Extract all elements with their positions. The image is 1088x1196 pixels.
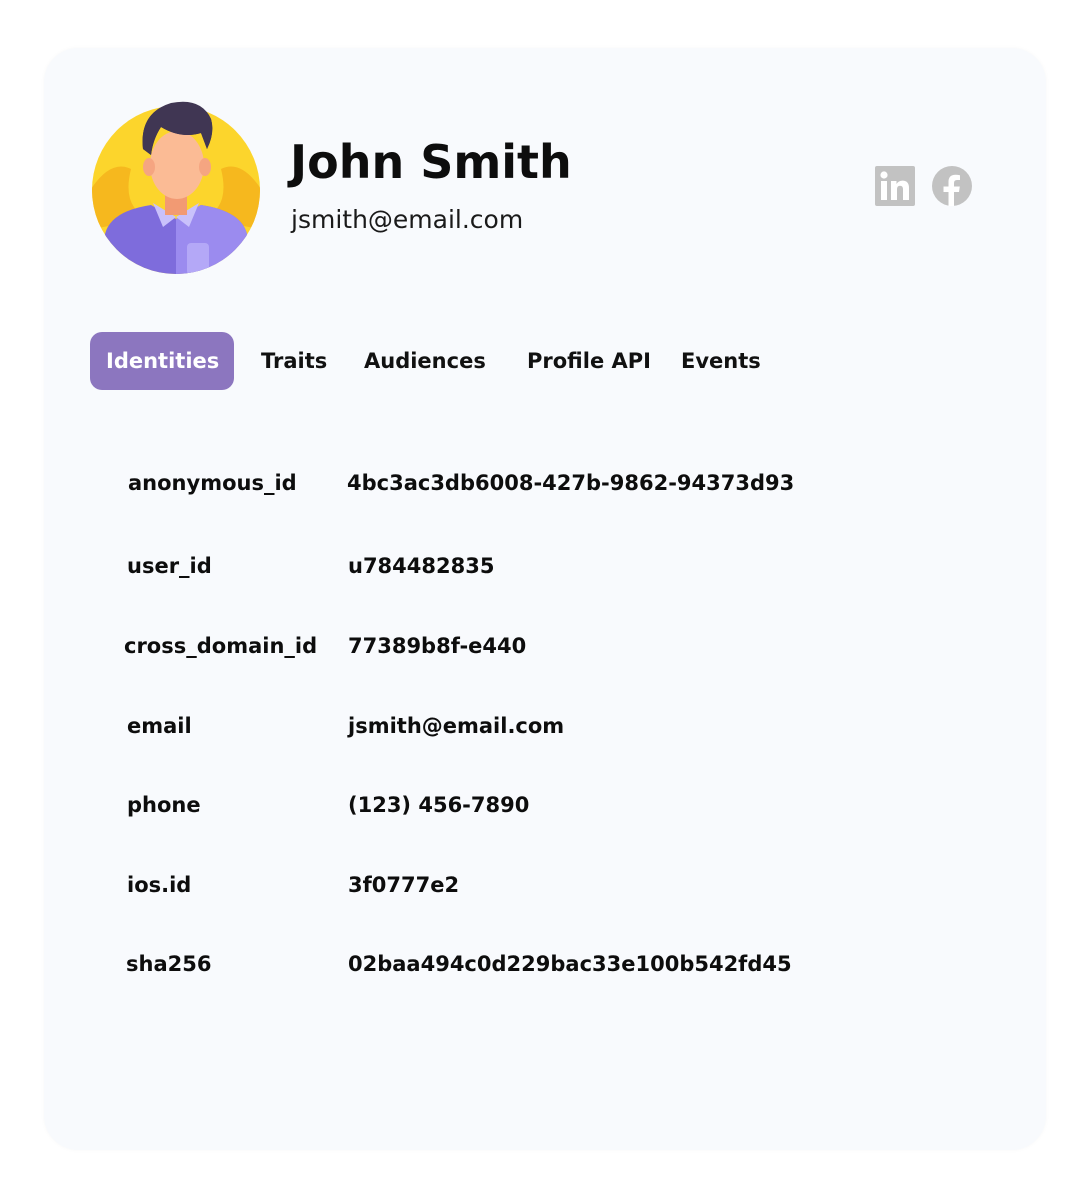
identity-value: (123) 456-7890 — [348, 793, 530, 817]
identity-row-email: email jsmith@email.com — [0, 708, 1088, 744]
identity-row-phone: phone (123) 456-7890 — [0, 787, 1088, 823]
identity-value: u784482835 — [348, 554, 495, 578]
identity-key: email — [127, 714, 192, 738]
tab-audiences[interactable]: Audiences — [364, 332, 486, 390]
profile-email: jsmith@email.com — [291, 205, 524, 234]
identity-value: 3f0777e2 — [348, 873, 460, 897]
identity-key: user_id — [127, 554, 212, 578]
identity-value: 02baa494c0d229bac33e100b542fd45 — [348, 952, 792, 976]
identity-row-user-id: user_id u784482835 — [0, 548, 1088, 584]
facebook-icon[interactable] — [932, 166, 972, 206]
tab-traits[interactable]: Traits — [261, 332, 327, 390]
identity-row-sha256: sha256 02baa494c0d229bac33e100b542fd45 — [0, 946, 1088, 982]
identity-row-anonymous-id: anonymous_id 4bc3ac3db6008-427b-9862-943… — [0, 465, 1088, 501]
identity-row-ios-id: ios.id 3f0777e2 — [0, 867, 1088, 903]
linkedin-icon[interactable] — [875, 166, 915, 206]
identity-key: ios.id — [127, 873, 192, 897]
tab-events[interactable]: Events — [681, 332, 761, 390]
avatar — [92, 101, 260, 274]
identity-key: sha256 — [126, 952, 212, 976]
identity-value: 77389b8f-e440 — [348, 634, 527, 658]
tab-profile-api[interactable]: Profile API — [527, 332, 651, 390]
identity-key: cross_domain_id — [124, 634, 318, 658]
profile-name: John Smith — [290, 135, 572, 189]
identity-key: anonymous_id — [128, 471, 297, 495]
tab-identities[interactable]: Identities — [90, 332, 234, 390]
identity-value: jsmith@email.com — [348, 714, 565, 738]
identity-key: phone — [127, 793, 201, 817]
identity-value: 4bc3ac3db6008-427b-9862-94373d93 — [347, 471, 795, 495]
identity-row-cross-domain-id: cross_domain_id 77389b8f-e440 — [0, 628, 1088, 664]
